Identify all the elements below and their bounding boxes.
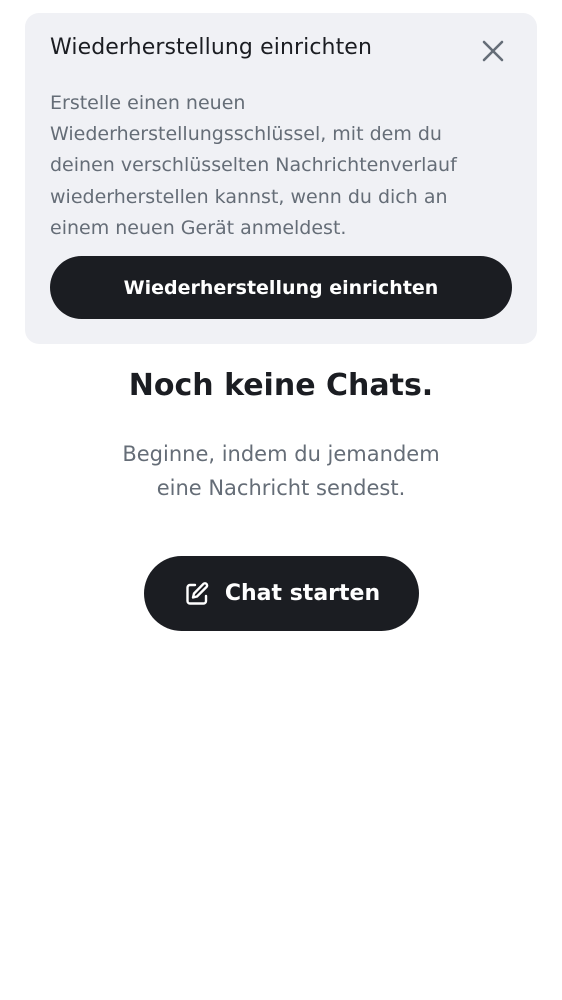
recovery-card-description-line: deinen verschlüsselten Nachrichtenverlau…	[50, 154, 457, 177]
recovery-card-description-line: Erstelle einen neuen	[50, 92, 246, 114]
close-recovery-card-button[interactable]	[477, 35, 509, 67]
recovery-card-title: Wiederherstellung einrichten	[50, 35, 372, 60]
empty-state-title: Noch keine Chats.	[128, 368, 434, 403]
recovery-setup-card: Wiederherstellung einrichten Erstelle ei…	[25, 13, 537, 344]
recovery-card-description: Erstelle einen neuen Wiederherstellungss…	[50, 88, 495, 244]
start-chat-button[interactable]: Chat starten	[144, 556, 419, 631]
recovery-card-description-line: wiederherstellen kannst, wenn du dich an	[50, 185, 448, 208]
setup-recovery-button[interactable]: Wiederherstellung einrichten	[50, 256, 512, 319]
empty-state-subtitle-line: eine Nachricht sendest.	[156, 476, 406, 500]
empty-state-subtitle-line: Beginne, indem du jemandem	[122, 442, 440, 466]
empty-state-subtitle: Beginne, indem du jemandem eine Nachrich…	[0, 437, 562, 505]
close-icon	[482, 40, 504, 62]
chat-list-page: Wiederherstellung einrichten Erstelle ei…	[0, 0, 562, 1000]
compose-icon	[183, 580, 211, 608]
recovery-card-description-line: Wiederherstellungsschlüssel, mit dem du	[50, 123, 442, 146]
start-chat-label: Chat starten	[224, 581, 381, 606]
recovery-card-description-line: einem neuen Gerät anmeldest.	[50, 216, 347, 239]
